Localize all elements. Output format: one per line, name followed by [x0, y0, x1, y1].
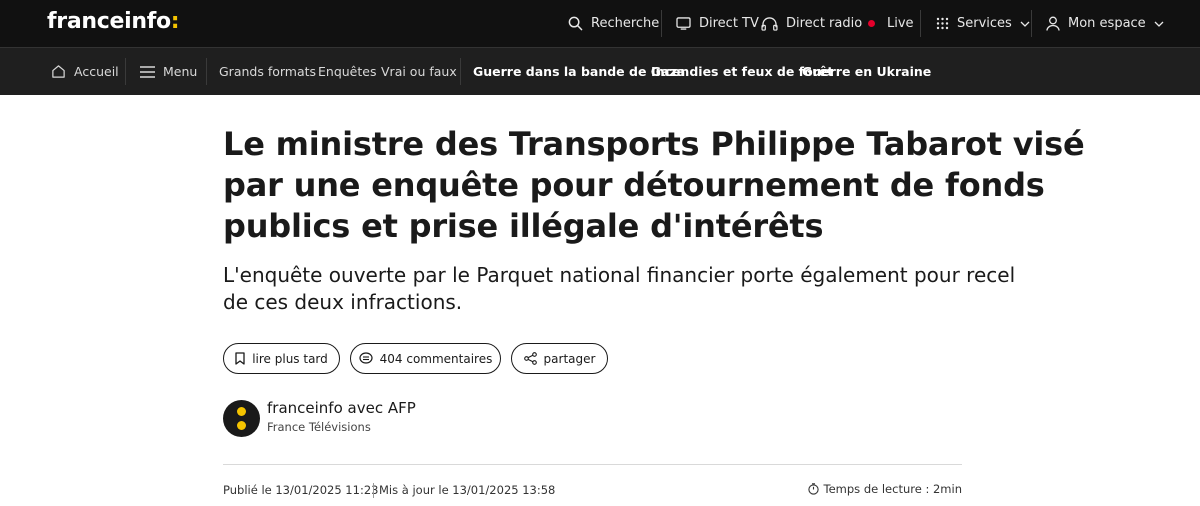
top-header: franceinfo: Recherche Direct TV Direct r…: [0, 0, 1200, 47]
services-menu[interactable]: Services: [936, 0, 1030, 47]
comments-button[interactable]: 404 commentaires: [350, 343, 501, 374]
chevron-down-icon: [1154, 21, 1164, 27]
logo-accent: :: [170, 9, 180, 34]
live-dot-icon: [868, 20, 875, 27]
direct-radio-label: Direct radio: [786, 16, 863, 31]
divider: [206, 58, 207, 85]
franceinfo-logo[interactable]: franceinfo:: [47, 9, 180, 34]
live-link[interactable]: Live: [868, 0, 914, 47]
home-icon: [52, 65, 65, 78]
article-title-line: par une enquête pour détournement de fon…: [223, 166, 1045, 204]
nav-link-enquetes[interactable]: Enquêtes: [318, 48, 376, 95]
divider: [223, 464, 962, 465]
nav-link-grands-formats[interactable]: Grands formats: [219, 48, 316, 95]
reading-time: Temps de lecture : 2min: [807, 482, 962, 496]
topic-link-ukraine[interactable]: Guerre en Ukraine: [802, 48, 931, 95]
read-later-button[interactable]: lire plus tard: [223, 343, 340, 374]
published-date: Publié le 13/01/2025 11:23: [223, 483, 379, 497]
share-icon: [523, 352, 537, 365]
divider: [460, 58, 461, 85]
home-label: Accueil: [74, 64, 119, 79]
logo-text: franceinfo: [47, 9, 171, 34]
updated-date: Mis à jour le 13/01/2025 13:58: [379, 483, 556, 497]
bookmark-icon: [235, 352, 245, 365]
account-label: Mon espace: [1068, 16, 1146, 31]
author-avatar: [223, 400, 260, 437]
comments-label: 404 commentaires: [379, 351, 493, 366]
avatar-dot: [237, 421, 246, 430]
direct-radio-link[interactable]: Direct radio: [761, 0, 862, 47]
read-later-label: lire plus tard: [252, 351, 328, 366]
account-menu[interactable]: Mon espace: [1046, 0, 1164, 47]
reading-time-label: Temps de lecture : 2min: [823, 482, 962, 496]
comment-icon: [359, 352, 373, 364]
nav-bar: Accueil Menu Grands formats Enquêtes Vra…: [0, 47, 1200, 95]
menu-label: Menu: [163, 64, 198, 79]
home-link[interactable]: Accueil: [51, 48, 119, 95]
article-subtitle: L'enquête ouverte par le Parquet nationa…: [223, 262, 1016, 316]
share-button[interactable]: partager: [511, 343, 608, 374]
nav-link-vrai-ou-faux[interactable]: Vrai ou faux: [381, 48, 457, 95]
divider: [1031, 10, 1032, 37]
article-title-line: Le ministre des Transports Philippe Taba…: [223, 125, 1085, 163]
avatar-dot: [237, 407, 246, 416]
services-label: Services: [957, 16, 1012, 31]
divider: [920, 10, 921, 37]
article-subtitle-line: de ces deux infractions.: [223, 290, 463, 314]
author-organization: France Télévisions: [267, 420, 371, 434]
tv-icon: [676, 17, 691, 30]
divider: [125, 58, 126, 85]
grid-icon: [936, 17, 949, 30]
search-button[interactable]: Recherche: [568, 0, 659, 47]
clock-icon: [807, 483, 819, 495]
divider: [373, 483, 374, 498]
author-name: franceinfo avec AFP: [267, 399, 416, 417]
hamburger-icon: [140, 65, 155, 78]
direct-tv-label: Direct TV: [699, 16, 759, 31]
user-icon: [1046, 16, 1060, 31]
search-icon: [568, 16, 583, 31]
direct-tv-link[interactable]: Direct TV: [676, 0, 759, 47]
share-label: partager: [543, 351, 596, 366]
article-title: Le ministre des Transports Philippe Taba…: [223, 124, 1085, 247]
divider: [661, 10, 662, 37]
article-title-line: publics et prise illégale d'intérêts: [223, 207, 824, 245]
chevron-down-icon: [1020, 21, 1030, 27]
live-label: Live: [887, 16, 914, 31]
article-subtitle-line: L'enquête ouverte par le Parquet nationa…: [223, 263, 1016, 287]
search-label: Recherche: [591, 16, 660, 31]
menu-button[interactable]: Menu: [140, 48, 197, 95]
headphones-icon: [761, 16, 778, 31]
